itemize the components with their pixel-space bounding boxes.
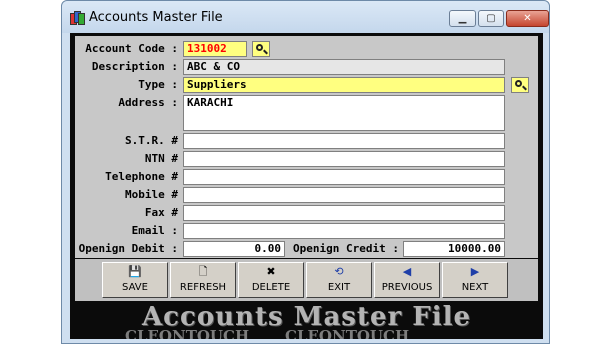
save-button-label: SAVE	[122, 282, 148, 293]
address-input[interactable]: KARACHI	[183, 95, 505, 131]
telephone-input[interactable]	[183, 169, 505, 185]
fax-label: Fax #	[144, 206, 178, 219]
delete-icon: ✖	[266, 265, 276, 278]
banner: CLEONTOUCH CLEONTOUCH Accounts Master Fi…	[70, 301, 543, 339]
app-icon	[70, 10, 85, 25]
type-label: Type :	[138, 78, 178, 91]
email-input[interactable]	[183, 223, 505, 239]
client-area: Account Code : 131002 Description : ABC …	[70, 33, 543, 339]
delete-button[interactable]: ✖ DELETE	[238, 262, 304, 298]
address-label: Address :	[118, 96, 178, 109]
next-button[interactable]: ▶ NEXT	[442, 262, 508, 298]
str-label: S.T.R. #	[125, 134, 178, 147]
close-button[interactable]: ✕	[506, 10, 549, 27]
minimize-button[interactable]: ▁	[449, 10, 476, 27]
opening-debit-label: Openign Debit :	[78, 242, 178, 255]
account-form: Account Code : 131002 Description : ABC …	[75, 36, 538, 258]
telephone-label: Telephone #	[105, 170, 178, 183]
arrow-right-icon: ▶	[470, 265, 480, 278]
mobile-input[interactable]	[183, 187, 505, 203]
banner-title: Accounts Master File	[141, 302, 471, 332]
maximize-button[interactable]: ▢	[478, 10, 504, 27]
str-input[interactable]	[183, 133, 505, 149]
minimize-icon: ▁	[458, 13, 467, 24]
account-code-input[interactable]: 131002	[183, 41, 247, 57]
refresh-button[interactable]: 🗋 REFRESH	[170, 262, 236, 298]
mobile-label: Mobile #	[125, 188, 178, 201]
account-code-search-icon[interactable]	[252, 41, 270, 57]
email-label: Email :	[131, 224, 178, 237]
opening-credit-label: Openign Credit :	[293, 242, 399, 255]
previous-button[interactable]: ◀ PREVIOUS	[374, 262, 440, 298]
page-icon: 🗋	[198, 265, 208, 278]
title-bar[interactable]: Accounts Master File ▁ ▢ ✕	[62, 1, 549, 33]
arrow-left-icon: ◀	[402, 265, 412, 278]
exit-icon: ⟲	[334, 265, 344, 278]
opening-debit-input[interactable]: 0.00	[183, 241, 285, 257]
app-window: Accounts Master File ▁ ▢ ✕ Account Code …	[61, 0, 550, 344]
opening-credit-input[interactable]: 10000.00	[403, 241, 505, 257]
type-search-icon[interactable]	[511, 77, 529, 93]
close-icon: ✕	[523, 13, 532, 24]
maximize-icon: ▢	[486, 13, 496, 24]
refresh-button-label: REFRESH	[179, 282, 227, 293]
delete-button-label: DELETE	[251, 282, 291, 293]
description-label: Description :	[91, 60, 178, 73]
save-icon: 💾	[128, 265, 142, 278]
exit-button-label: EXIT	[327, 282, 351, 293]
next-button-label: NEXT	[461, 282, 489, 293]
previous-button-label: PREVIOUS	[381, 282, 433, 293]
ntn-input[interactable]	[183, 151, 505, 167]
account-code-label: Account Code :	[85, 42, 178, 55]
description-input[interactable]: ABC & CO	[183, 59, 505, 75]
type-input[interactable]: Suppliers	[183, 77, 505, 93]
action-toolbar: 💾 SAVE 🗋 REFRESH ✖ DELETE ⟲ EXIT ◀ PREVI…	[75, 259, 538, 302]
ntn-label: NTN #	[144, 152, 178, 165]
save-button[interactable]: 💾 SAVE	[102, 262, 168, 298]
fax-input[interactable]	[183, 205, 505, 221]
window-title: Accounts Master File	[89, 10, 223, 25]
exit-button[interactable]: ⟲ EXIT	[306, 262, 372, 298]
